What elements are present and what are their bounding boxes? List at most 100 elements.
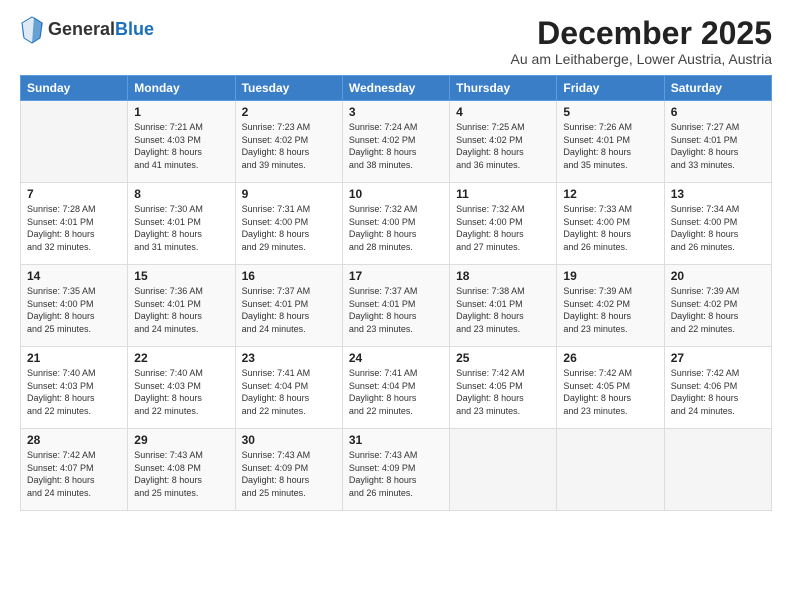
day-number: 6 [671, 105, 765, 119]
calendar-cell [664, 429, 771, 511]
calendar-cell [557, 429, 664, 511]
calendar-cell: 5 Sunrise: 7:26 AM Sunset: 4:01 PM Daylig… [557, 101, 664, 183]
calendar-cell: 31 Sunrise: 7:43 AM Sunset: 4:09 PM Dayli… [342, 429, 449, 511]
title-block: December 2025 Au am Leithaberge, Lower A… [511, 16, 772, 67]
col-tuesday: Tuesday [235, 76, 342, 101]
day-number: 8 [134, 187, 228, 201]
calendar-cell: 20Sunrise: 7:39 AM Sunset: 4:02 PM Dayli… [664, 265, 771, 347]
logo-general: General [48, 19, 115, 39]
day-number: 24 [349, 351, 443, 365]
calendar-cell: 4 Sunrise: 7:25 AM Sunset: 4:02 PM Daylig… [450, 101, 557, 183]
calendar-cell: 16 Sunrise: 7:37 AM Sunset: 4:01 PM Dayli… [235, 265, 342, 347]
day-number: 10 [349, 187, 443, 201]
day-info: Sunrise: 7:38 AM Sunset: 4:01 PM Dayligh… [456, 285, 550, 335]
day-info: Sunrise: 7:34 AM Sunset: 4:00 PM Dayligh… [671, 203, 765, 253]
day-info: Sunrise: 7:39 AM Sunset: 4:02 PM Dayligh… [671, 285, 765, 335]
col-monday: Monday [128, 76, 235, 101]
day-number: 28 [27, 433, 121, 447]
calendar-cell: 6Sunrise: 7:27 AM Sunset: 4:01 PM Daylig… [664, 101, 771, 183]
calendar-cell: 14 Sunrise: 7:35 AM Sunset: 4:00 PM Dayli… [21, 265, 128, 347]
col-friday: Friday [557, 76, 664, 101]
day-info: Sunrise: 7:43 AM Sunset: 4:09 PM Dayligh… [242, 449, 336, 499]
day-number: 18 [456, 269, 550, 283]
calendar-cell: 13 Sunrise: 7:34 AM Sunset: 4:00 PM Dayli… [664, 183, 771, 265]
day-number: 17 [349, 269, 443, 283]
calendar-cell: 27 Sunrise: 7:42 AM Sunset: 4:06 PM Dayli… [664, 347, 771, 429]
day-number: 9 [242, 187, 336, 201]
day-info: Sunrise: 7:40 AM Sunset: 4:03 PM Dayligh… [134, 367, 228, 417]
calendar-table: Sunday Monday Tuesday Wednesday Thursday… [20, 75, 772, 511]
day-info: Sunrise: 7:37 AM Sunset: 4:01 PM Dayligh… [242, 285, 336, 335]
logo-icon [20, 16, 44, 44]
calendar-cell: 19Sunrise: 7:39 AM Sunset: 4:02 PM Dayli… [557, 265, 664, 347]
day-info: Sunrise: 7:42 AM Sunset: 4:07 PM Dayligh… [27, 449, 121, 499]
day-info: Sunrise: 7:43 AM Sunset: 4:09 PM Dayligh… [349, 449, 443, 499]
calendar-cell [21, 101, 128, 183]
day-info: Sunrise: 7:36 AM Sunset: 4:01 PM Dayligh… [134, 285, 228, 335]
calendar-cell: 17 Sunrise: 7:37 AM Sunset: 4:01 PM Dayli… [342, 265, 449, 347]
day-info: Sunrise: 7:26 AM Sunset: 4:01 PM Dayligh… [563, 121, 657, 171]
day-number: 2 [242, 105, 336, 119]
day-number: 21 [27, 351, 121, 365]
day-number: 30 [242, 433, 336, 447]
day-number: 25 [456, 351, 550, 365]
calendar-cell: 26 Sunrise: 7:42 AM Sunset: 4:05 PM Dayli… [557, 347, 664, 429]
day-info: Sunrise: 7:35 AM Sunset: 4:00 PM Dayligh… [27, 285, 121, 335]
day-info: Sunrise: 7:25 AM Sunset: 4:02 PM Dayligh… [456, 121, 550, 171]
calendar-header-row: Sunday Monday Tuesday Wednesday Thursday… [21, 76, 772, 101]
day-number: 26 [563, 351, 657, 365]
calendar-cell: 7Sunrise: 7:28 AM Sunset: 4:01 PM Daylig… [21, 183, 128, 265]
day-number: 22 [134, 351, 228, 365]
calendar-cell: 8Sunrise: 7:30 AM Sunset: 4:01 PM Daylig… [128, 183, 235, 265]
calendar-cell: 15 Sunrise: 7:36 AM Sunset: 4:01 PM Dayli… [128, 265, 235, 347]
calendar-body: 1 Sunrise: 7:21 AM Sunset: 4:03 PM Daylig… [21, 101, 772, 511]
calendar-cell: 3Sunrise: 7:24 AM Sunset: 4:02 PM Daylig… [342, 101, 449, 183]
location-title: Au am Leithaberge, Lower Austria, Austri… [511, 51, 772, 67]
calendar-cell: 9 Sunrise: 7:31 AM Sunset: 4:00 PM Daylig… [235, 183, 342, 265]
day-info: Sunrise: 7:32 AM Sunset: 4:00 PM Dayligh… [456, 203, 550, 253]
day-number: 14 [27, 269, 121, 283]
calendar-week-1: 7Sunrise: 7:28 AM Sunset: 4:01 PM Daylig… [21, 183, 772, 265]
day-number: 15 [134, 269, 228, 283]
day-info: Sunrise: 7:41 AM Sunset: 4:04 PM Dayligh… [242, 367, 336, 417]
day-number: 5 [563, 105, 657, 119]
calendar-cell: 2Sunrise: 7:23 AM Sunset: 4:02 PM Daylig… [235, 101, 342, 183]
day-number: 1 [134, 105, 228, 119]
day-number: 12 [563, 187, 657, 201]
day-info: Sunrise: 7:31 AM Sunset: 4:00 PM Dayligh… [242, 203, 336, 253]
day-info: Sunrise: 7:37 AM Sunset: 4:01 PM Dayligh… [349, 285, 443, 335]
calendar-cell: 22 Sunrise: 7:40 AM Sunset: 4:03 PM Dayli… [128, 347, 235, 429]
calendar-cell [450, 429, 557, 511]
day-number: 31 [349, 433, 443, 447]
calendar-cell: 10 Sunrise: 7:32 AM Sunset: 4:00 PM Dayli… [342, 183, 449, 265]
day-info: Sunrise: 7:21 AM Sunset: 4:03 PM Dayligh… [134, 121, 228, 171]
calendar-cell: 11 Sunrise: 7:32 AM Sunset: 4:00 PM Dayli… [450, 183, 557, 265]
day-number: 4 [456, 105, 550, 119]
logo-blue: Blue [115, 19, 154, 39]
day-number: 29 [134, 433, 228, 447]
calendar-cell: 25 Sunrise: 7:42 AM Sunset: 4:05 PM Dayli… [450, 347, 557, 429]
day-info: Sunrise: 7:33 AM Sunset: 4:00 PM Dayligh… [563, 203, 657, 253]
day-info: Sunrise: 7:42 AM Sunset: 4:05 PM Dayligh… [456, 367, 550, 417]
calendar-cell: 24Sunrise: 7:41 AM Sunset: 4:04 PM Dayli… [342, 347, 449, 429]
day-number: 13 [671, 187, 765, 201]
calendar-cell: 12 Sunrise: 7:33 AM Sunset: 4:00 PM Dayli… [557, 183, 664, 265]
day-info: Sunrise: 7:32 AM Sunset: 4:00 PM Dayligh… [349, 203, 443, 253]
calendar-cell: 1 Sunrise: 7:21 AM Sunset: 4:03 PM Daylig… [128, 101, 235, 183]
day-info: Sunrise: 7:24 AM Sunset: 4:02 PM Dayligh… [349, 121, 443, 171]
month-title: December 2025 [511, 16, 772, 51]
day-number: 11 [456, 187, 550, 201]
calendar-cell: 21 Sunrise: 7:40 AM Sunset: 4:03 PM Dayli… [21, 347, 128, 429]
day-info: Sunrise: 7:42 AM Sunset: 4:06 PM Dayligh… [671, 367, 765, 417]
day-info: Sunrise: 7:42 AM Sunset: 4:05 PM Dayligh… [563, 367, 657, 417]
day-info: Sunrise: 7:28 AM Sunset: 4:01 PM Dayligh… [27, 203, 121, 253]
day-number: 16 [242, 269, 336, 283]
day-number: 27 [671, 351, 765, 365]
page: GeneralBlue December 2025 Au am Leithabe… [0, 0, 792, 612]
col-sunday: Sunday [21, 76, 128, 101]
day-info: Sunrise: 7:39 AM Sunset: 4:02 PM Dayligh… [563, 285, 657, 335]
day-info: Sunrise: 7:40 AM Sunset: 4:03 PM Dayligh… [27, 367, 121, 417]
calendar-week-2: 14 Sunrise: 7:35 AM Sunset: 4:00 PM Dayli… [21, 265, 772, 347]
logo-text: GeneralBlue [48, 20, 154, 40]
header: GeneralBlue December 2025 Au am Leithabe… [20, 16, 772, 67]
